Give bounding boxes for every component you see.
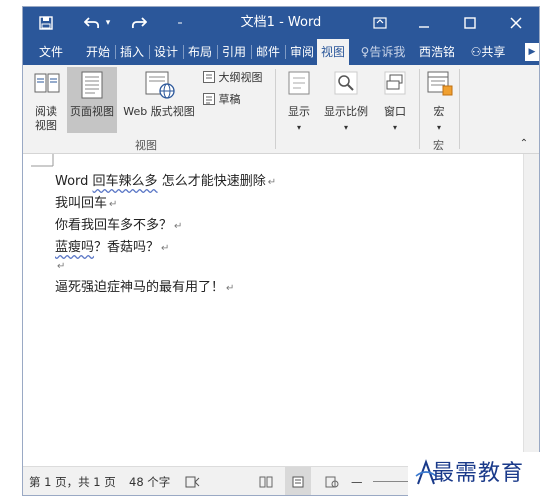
person-icon: ⚇ bbox=[470, 45, 482, 59]
tab-mailings[interactable]: 邮件 bbox=[253, 39, 283, 65]
print-layout-icon bbox=[81, 71, 103, 99]
page-count[interactable]: 第 1 页，共 1 页 bbox=[29, 467, 116, 495]
zoom-icon bbox=[334, 71, 358, 95]
zoom-dropdown-icon: ▾ bbox=[343, 123, 348, 132]
show-icon bbox=[288, 71, 310, 95]
tab-separator bbox=[183, 45, 184, 59]
doc-line-3-text: 你看我回车多不多？ bbox=[55, 218, 173, 233]
window-icon bbox=[384, 71, 406, 95]
web-layout-icon bbox=[145, 71, 175, 99]
read-mode-label-2: 视图 bbox=[35, 119, 57, 132]
doc-line-5[interactable]: ↵ bbox=[55, 258, 65, 273]
outline-label: 大纲视图 bbox=[218, 71, 263, 84]
paragraph-mark: ↵ bbox=[174, 221, 183, 232]
draft-button[interactable]: 草稿 bbox=[203, 93, 273, 109]
macros-button[interactable]: 宏 ▾ bbox=[423, 69, 455, 135]
watermark-text: 最需教育 bbox=[432, 461, 525, 486]
tab-separator bbox=[115, 45, 116, 59]
word-count[interactable]: 48 个字 bbox=[129, 467, 170, 495]
doc-line-2-text: 我叫回车 bbox=[55, 196, 108, 211]
tab-separator bbox=[217, 45, 218, 59]
tab-home[interactable]: 开始 bbox=[83, 39, 113, 65]
vertical-scrollbar[interactable] bbox=[523, 154, 539, 466]
tab-design[interactable]: 设计 bbox=[151, 39, 181, 65]
zoom-slider[interactable] bbox=[373, 481, 413, 482]
group-separator bbox=[275, 69, 276, 149]
proofing-icon[interactable] bbox=[185, 467, 201, 495]
tab-separator bbox=[251, 45, 252, 59]
draft-icon bbox=[203, 93, 215, 105]
tab-references[interactable]: 引用 bbox=[219, 39, 249, 65]
tab-file[interactable]: 文件 bbox=[31, 39, 71, 65]
outline-button[interactable]: 大纲视图 bbox=[203, 71, 273, 87]
maximize-icon[interactable] bbox=[459, 7, 481, 39]
margin-marker-icon bbox=[31, 154, 54, 167]
tab-separator bbox=[285, 45, 286, 59]
share-button[interactable]: ⚇共享 bbox=[465, 39, 511, 65]
tab-review[interactable]: 审阅 bbox=[287, 39, 317, 65]
print-layout-label: 页面视图 bbox=[70, 105, 114, 118]
window-label: 窗口 bbox=[384, 105, 406, 118]
window-dropdown-icon: ▾ bbox=[392, 123, 397, 132]
group-macros-label: 宏 bbox=[433, 139, 444, 152]
web-layout-button[interactable]: Web 版式视图 bbox=[119, 69, 199, 135]
read-mode-label-1: 阅读 bbox=[35, 105, 57, 118]
ribbon-display-options-icon[interactable] bbox=[369, 7, 391, 39]
paragraph-mark: ↵ bbox=[161, 243, 170, 254]
ribbon-view-panel: 阅读 视图 页面视图 Web 版式视图 大纲视图 草稿 视图 显示 ▾ 显示比例… bbox=[23, 65, 539, 154]
draft-label: 草稿 bbox=[218, 93, 241, 106]
outline-icon bbox=[203, 71, 215, 83]
ribbon-tabs: 文件 开始 插入 设计 布局 引用 邮件 审阅 视图 ♀告诉我 西浩铭 ⚇共享 … bbox=[23, 39, 539, 65]
doc-line-6-text: 逼死强迫症神马的最有用了！ bbox=[55, 280, 225, 295]
print-layout-status-icon[interactable] bbox=[285, 467, 311, 495]
read-mode-button[interactable]: 阅读 视图 bbox=[27, 69, 65, 135]
watermark: 最需教育 bbox=[408, 452, 554, 496]
tab-separator bbox=[149, 45, 150, 59]
collapse-ribbon-icon[interactable]: ⌃ bbox=[517, 137, 531, 151]
web-layout-label: Web 版式视图 bbox=[123, 105, 195, 118]
doc-line-4[interactable]: 蓝瘦吗？香菇吗？ ↵ bbox=[55, 236, 169, 255]
group-views-label: 视图 bbox=[135, 139, 157, 152]
print-layout-button[interactable]: 页面视图 bbox=[67, 67, 117, 133]
doc-line-1-part-1: Word bbox=[55, 174, 93, 189]
document-page[interactable]: Word 回车辣么多 怎么才能快速删除 ↵ 我叫回车 ↵ 你看我回车多不多？ ↵ 蓝瘦… bbox=[23, 154, 523, 466]
doc-line-1-part-3: 怎么才能快速删除 bbox=[157, 174, 266, 189]
zoom-button[interactable]: 显示比例 ▾ bbox=[321, 69, 371, 135]
show-label: 显示 bbox=[288, 105, 310, 118]
show-button[interactable]: 显示 ▾ bbox=[281, 69, 317, 135]
title-bar: ▾ ₌ 文档1 - Word bbox=[23, 7, 539, 39]
paragraph-mark: ↵ bbox=[226, 283, 235, 294]
doc-line-4-part-1: 蓝瘦吗 bbox=[55, 240, 95, 255]
tab-insert[interactable]: 插入 bbox=[117, 39, 147, 65]
paragraph-mark: ↵ bbox=[57, 261, 66, 272]
user-name[interactable]: 西浩铭 bbox=[415, 39, 459, 65]
read-mode-status-icon[interactable] bbox=[259, 467, 273, 495]
macros-icon bbox=[427, 71, 453, 96]
doc-line-6[interactable]: 逼死强迫症神马的最有用了！ ↵ bbox=[55, 276, 234, 295]
paragraph-mark: ↵ bbox=[267, 177, 277, 188]
tell-me-search[interactable]: ♀告诉我 bbox=[353, 39, 413, 65]
zoom-label: 显示比例 bbox=[324, 105, 368, 118]
zoom-out-icon[interactable]: — bbox=[351, 467, 363, 495]
web-layout-status-icon[interactable] bbox=[325, 467, 339, 495]
doc-line-4-part-2: ？香菇吗？ bbox=[94, 240, 160, 255]
minimize-icon[interactable] bbox=[413, 7, 435, 39]
close-icon[interactable] bbox=[505, 7, 527, 39]
group-separator bbox=[459, 69, 460, 149]
doc-line-2[interactable]: 我叫回车 ↵ bbox=[55, 192, 117, 211]
tab-layout[interactable]: 布局 bbox=[185, 39, 215, 65]
show-dropdown-icon: ▾ bbox=[296, 123, 301, 132]
word-window: ▾ ₌ 文档1 - Word 文件 开始 插入 设计 布局 引用 邮件 审阅 视… bbox=[22, 6, 540, 496]
doc-line-1[interactable]: Word 回车辣么多 怎么才能快速删除 ↵ bbox=[55, 170, 276, 189]
macros-dropdown-icon: ▾ bbox=[436, 123, 441, 132]
read-mode-icon bbox=[34, 73, 60, 93]
group-separator bbox=[419, 69, 420, 149]
paragraph-mark: ↵ bbox=[109, 199, 118, 210]
tab-scroll-right-icon[interactable]: ▶ bbox=[525, 43, 539, 61]
macros-label: 宏 bbox=[433, 105, 445, 118]
doc-line-3[interactable]: 你看我回车多不多？ ↵ bbox=[55, 214, 182, 233]
doc-line-1-part-2: 回车辣么多 bbox=[92, 174, 158, 189]
tab-view[interactable]: 视图 bbox=[317, 39, 349, 65]
window-button[interactable]: 窗口 ▾ bbox=[377, 69, 413, 135]
